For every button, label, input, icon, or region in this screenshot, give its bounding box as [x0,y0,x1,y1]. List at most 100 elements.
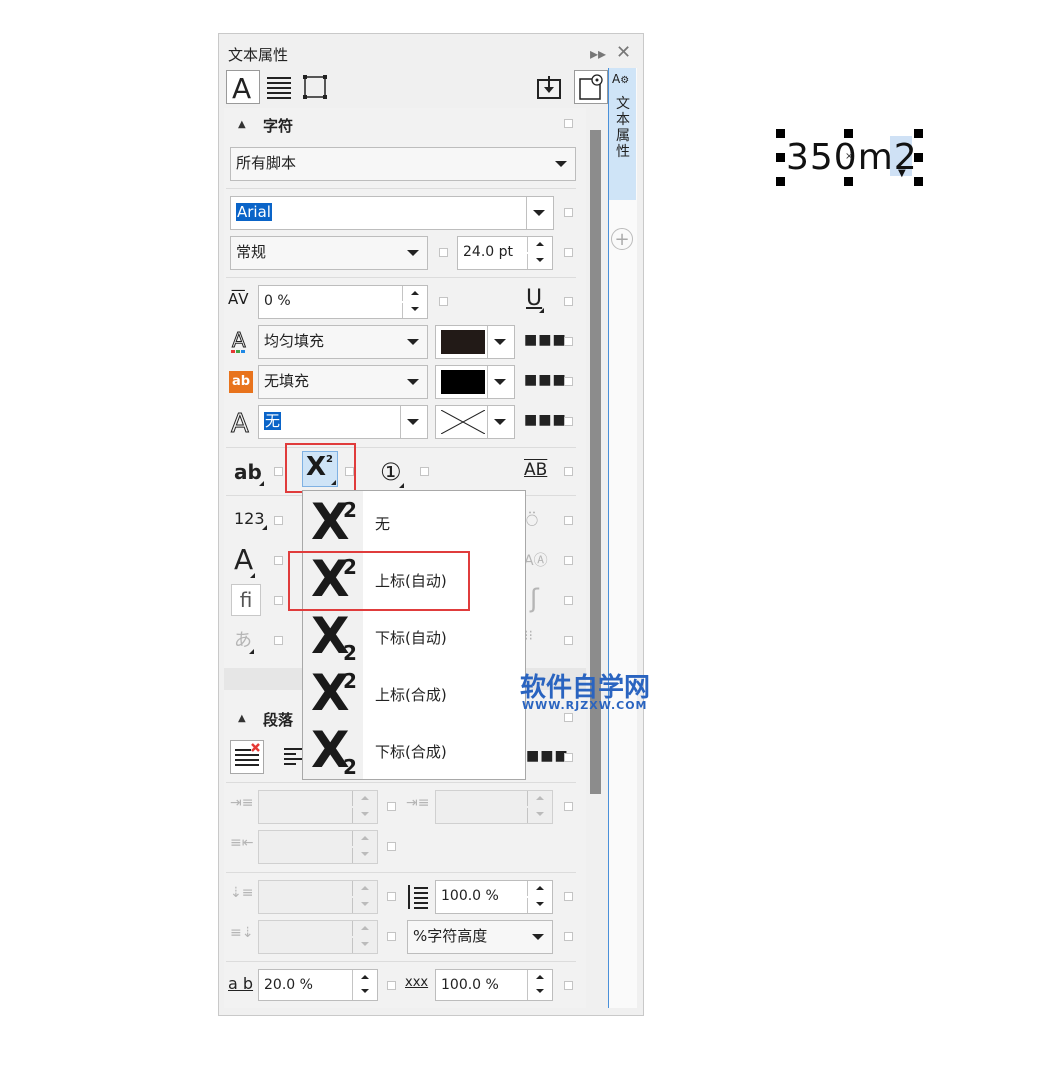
font-name-checkbox[interactable] [564,208,573,217]
spin-up[interactable] [402,286,427,301]
contextual-icon[interactable]: ⍥ [526,508,538,532]
bg-fill-color-picker[interactable] [435,365,515,399]
selection-handle[interactable] [776,129,785,138]
bg-fill-checkbox[interactable] [564,377,573,386]
paragraph-settings-icon[interactable]: ■■■ [526,748,569,764]
font-style-select[interactable]: 常规 [230,236,428,270]
outline-select[interactable]: 无 [258,405,428,439]
line-spacing-input[interactable]: 100.0 % [435,880,553,914]
option-icon-digit: 2 [343,641,357,665]
import-icon[interactable] [536,74,562,100]
paragraph-align-checkbox[interactable] [564,753,573,762]
space-after-checkbox[interactable] [387,932,396,941]
line-spacing-checkbox[interactable] [564,892,573,901]
font-size-input[interactable]: 24.0 pt [457,236,553,270]
menu-item[interactable]: X 2 下标(自动) [303,608,525,665]
space-before-checkbox[interactable] [387,892,396,901]
capitals-icon[interactable]: A [234,543,256,578]
selection-handle[interactable] [844,177,853,186]
spacing-unit-select[interactable]: %字符高度 [407,920,553,954]
font-size-checkbox[interactable] [564,248,573,257]
contextual-checkbox[interactable] [564,516,573,525]
vertical-alternates-checkbox[interactable] [564,636,573,645]
no-alignment-icon[interactable] [230,740,264,774]
position-checkbox[interactable] [345,467,354,476]
selection-handle[interactable] [914,177,923,186]
ruby-text-icon[interactable]: あ [234,626,254,654]
stylistic-alternates-checkbox[interactable] [564,556,573,565]
kerning-input[interactable]: 0 % [258,285,428,319]
collapse-triangle-icon[interactable]: ▲ [238,119,246,130]
paragraph-section-checkbox[interactable] [564,713,573,722]
position-button[interactable]: X 2 [302,451,338,487]
ordinal-icon[interactable]: ① [380,458,404,488]
spin-up[interactable] [527,237,552,252]
fill-checkbox[interactable] [564,337,573,346]
character-section-checkbox[interactable] [564,119,573,128]
script-select[interactable]: 所有脚本 [230,147,576,181]
spin-up[interactable] [527,970,552,985]
bg-fill-type-select[interactable]: 无填充 [258,365,428,399]
character-spacing-checkbox[interactable] [387,981,396,990]
character-tab[interactable]: A [226,70,260,105]
number-style-checkbox[interactable] [274,516,283,525]
font-name-select[interactable]: Arial [230,196,554,230]
fill-settings-icon[interactable]: ■■■ [524,332,567,348]
close-icon[interactable]: ✕ [616,42,631,63]
capitals-checkbox[interactable] [274,556,283,565]
underline-icon[interactable]: U [526,286,545,313]
stylistic-alternates-icon[interactable]: AⒶ [524,550,548,570]
spin-down[interactable] [527,898,552,913]
font-style-checkbox[interactable] [439,248,448,257]
fill-color-picker[interactable] [435,325,515,359]
menu-item[interactable]: X 2 上标(合成) [303,665,525,722]
frame-tab[interactable] [302,74,328,100]
selection-handle[interactable] [844,129,853,138]
character-spacing-input[interactable]: 20.0 % [258,969,378,1001]
selection-handle[interactable] [776,177,785,186]
swash-icon[interactable]: ʃ [530,584,539,614]
strikethrough-checkbox[interactable] [564,467,573,476]
left-indent-checkbox[interactable] [564,802,573,811]
fill-type-select[interactable]: 均匀填充 [258,325,428,359]
preview-icon[interactable] [574,70,608,104]
word-spacing-checkbox[interactable] [564,981,573,990]
selection-handle[interactable] [776,153,785,162]
add-docker-icon[interactable]: + [611,228,633,250]
menu-item[interactable]: X 2 下标(合成) [303,722,525,779]
spin-up[interactable] [527,881,552,896]
number-style-icon[interactable]: 123 [234,509,267,530]
expand-icon[interactable]: ▸▸ [590,44,606,63]
ligature-checkbox[interactable] [274,596,283,605]
outline-settings-icon[interactable]: ■■■ [524,412,567,428]
spacing-unit-checkbox[interactable] [564,932,573,941]
font-style-value: 常规 [236,243,267,261]
ordinal-checkbox[interactable] [420,467,429,476]
spin-down[interactable] [402,303,427,318]
spin-down[interactable] [352,985,377,1000]
collapse-triangle-icon[interactable]: ▲ [238,713,246,724]
case-checkbox[interactable] [274,467,283,476]
ruby-text-checkbox[interactable] [274,636,283,645]
right-indent-checkbox[interactable] [387,842,396,851]
outline-checkbox[interactable] [564,417,573,426]
spin-down[interactable] [527,254,552,269]
menu-item[interactable]: X2无 [303,494,525,551]
ligature-icon[interactable]: fi [231,584,261,616]
selection-handle[interactable] [914,153,923,162]
left-indent-input [435,790,553,824]
align-left-icon[interactable] [284,746,304,768]
kerning-checkbox[interactable] [439,297,448,306]
selection-handle[interactable] [914,129,923,138]
spin-up[interactable] [352,970,377,985]
outline-color-picker[interactable] [435,405,515,439]
bg-fill-settings-icon[interactable]: ■■■ [524,372,567,388]
paragraph-tab[interactable] [266,74,292,100]
spin-down[interactable] [527,985,552,1000]
first-line-indent-checkbox[interactable] [387,802,396,811]
swash-checkbox[interactable] [564,596,573,605]
strikethrough-icon[interactable]: AB [524,460,547,480]
case-icon[interactable]: ab [234,460,264,486]
underline-checkbox[interactable] [564,297,573,306]
word-spacing-input[interactable]: 100.0 % [435,969,553,1001]
